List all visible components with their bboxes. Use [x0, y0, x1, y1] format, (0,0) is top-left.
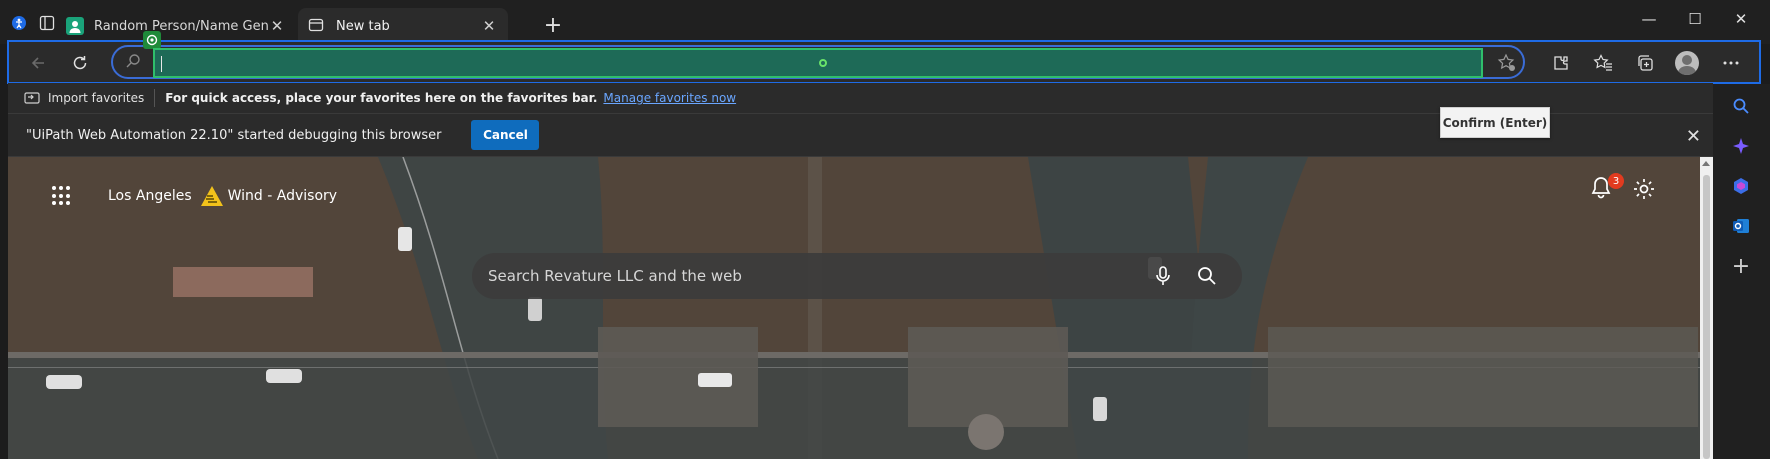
search-placeholder: Search Revature LLC and the web: [488, 267, 742, 285]
collections-icon[interactable]: [1631, 50, 1659, 76]
more-options-icon[interactable]: [1717, 50, 1745, 76]
web-search-box[interactable]: Search Revature LLC and the web: [472, 253, 1242, 299]
weather-location[interactable]: Los Angeles: [108, 188, 192, 204]
text-caret: [161, 56, 162, 72]
maximize-button[interactable]: ☐: [1672, 10, 1718, 28]
edge-sidebar: +: [1713, 84, 1770, 459]
tab-random-person-generator[interactable]: Random Person/Name Generator ✕: [56, 8, 296, 44]
import-favorites-label: Import favorites: [48, 91, 145, 105]
confirm-tooltip: Confirm (Enter): [1440, 107, 1550, 138]
sparkle-icon[interactable]: [1729, 134, 1753, 158]
address-input[interactable]: [153, 48, 1483, 78]
extensions-icon[interactable]: [1547, 50, 1575, 76]
favorites-icon[interactable]: [1589, 50, 1617, 76]
person-favicon-icon: [66, 17, 84, 35]
tab-title: New tab: [336, 18, 390, 34]
search-icon[interactable]: [1196, 265, 1218, 287]
add-favorite-icon[interactable]: [1497, 53, 1517, 77]
page-scrollbar[interactable]: [1700, 157, 1713, 459]
new-tab-favicon-icon: [308, 17, 326, 35]
new-tab-page: Los Angeles Wind - Advisory 3 Search Rev…: [8, 157, 1700, 459]
search-icon: [125, 53, 141, 73]
tab-strip: Random Person/Name Generator ✕ New tab ✕…: [0, 0, 1770, 44]
window-controls: — ☐ ✕: [1626, 10, 1764, 28]
wind-advisory-icon: [200, 185, 224, 207]
microphone-icon[interactable]: [1152, 265, 1174, 287]
tab-actions-icon[interactable]: [36, 12, 58, 34]
search-icon[interactable]: [1729, 94, 1753, 118]
toolbar: [7, 31, 1761, 84]
close-tab-icon[interactable]: ✕: [268, 17, 286, 35]
divider: [154, 89, 156, 107]
accessibility-icon[interactable]: [8, 12, 30, 34]
cancel-button[interactable]: Cancel: [471, 120, 540, 150]
tab-strip-left-controls: [8, 12, 58, 34]
tab-new-tab[interactable]: New tab ✕: [298, 8, 508, 44]
address-bar[interactable]: [111, 31, 1525, 79]
avatar: [1675, 51, 1699, 75]
outlook-icon[interactable]: [1729, 214, 1753, 238]
profile-avatar[interactable]: [1673, 50, 1701, 76]
notification-badge: 3: [1608, 173, 1624, 189]
refresh-icon[interactable]: [67, 50, 93, 76]
weather-widget: Los Angeles Wind - Advisory: [52, 185, 337, 207]
add-sidebar-app-icon[interactable]: +: [1729, 254, 1753, 279]
target-marker-icon: [819, 59, 827, 67]
minimize-button[interactable]: —: [1626, 10, 1672, 28]
back-arrow-icon[interactable]: [25, 50, 51, 76]
import-icon: [24, 91, 40, 105]
settings-gear-icon[interactable]: [1632, 177, 1656, 201]
scrollbar-thumb[interactable]: [1703, 175, 1710, 459]
office-icon[interactable]: [1729, 174, 1753, 198]
weather-alert[interactable]: Wind - Advisory: [228, 188, 337, 204]
new-tab-button[interactable]: +: [540, 14, 566, 40]
close-infobar-icon[interactable]: ✕: [1686, 126, 1701, 147]
app-launcher-icon[interactable]: [52, 186, 72, 206]
import-favorites-button[interactable]: Import favorites: [24, 91, 144, 105]
scroll-up-arrow-icon[interactable]: [1702, 161, 1710, 166]
close-window-button[interactable]: ✕: [1718, 10, 1764, 28]
browser-window: Random Person/Name Generator ✕ New tab ✕…: [0, 0, 1770, 459]
manage-favorites-link[interactable]: Manage favorites now: [603, 91, 736, 105]
favorites-hint-text: For quick access, place your favorites h…: [165, 91, 598, 105]
close-tab-icon[interactable]: ✕: [480, 17, 498, 35]
tab-title: Random Person/Name Generator: [94, 18, 268, 34]
debugging-message: "UiPath Web Automation 22.10" started de…: [26, 127, 442, 143]
